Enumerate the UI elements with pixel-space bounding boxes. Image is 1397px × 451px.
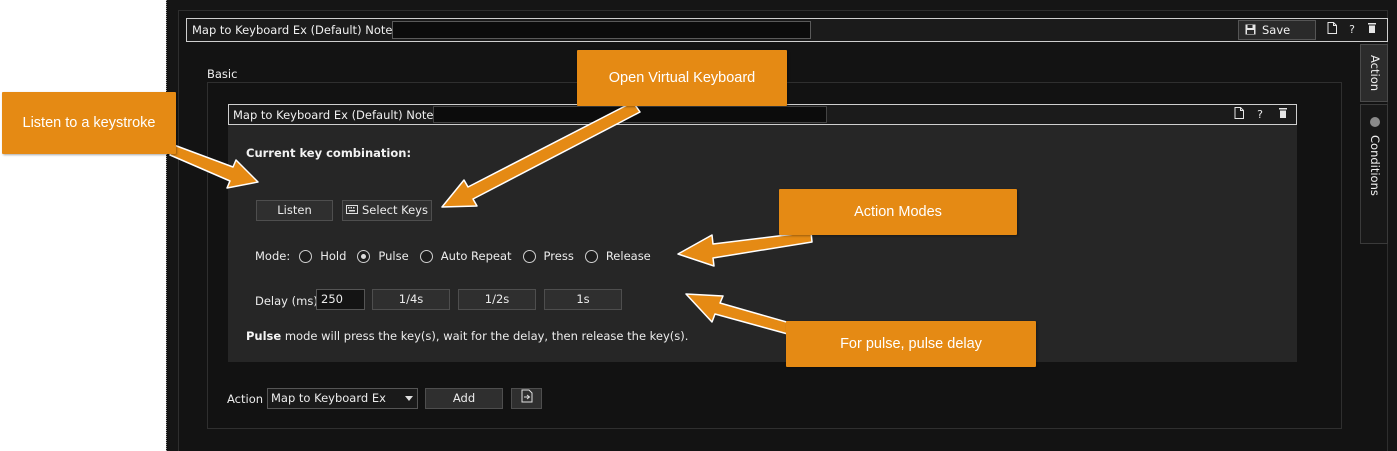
pulse-description: Pulse mode will press the key(s), wait f…: [246, 329, 688, 343]
pulse-description-bold: Pulse: [246, 329, 282, 343]
inner-action-title: Map to Keyboard Ex (Default) Notes:: [233, 108, 444, 122]
action-select-value: Map to Keyboard Ex: [271, 391, 386, 405]
condition-status-icon: [1370, 117, 1380, 127]
add-action-button[interactable]: Add: [425, 388, 503, 409]
action-header-title: Map to Keyboard Ex (Default) Notes:: [192, 23, 403, 37]
inner-action-header: Map to Keyboard Ex (Default) Notes: ?: [228, 104, 1297, 125]
mode-hold-label[interactable]: Hold: [320, 249, 346, 263]
document-icon[interactable]: [1232, 107, 1246, 123]
save-button[interactable]: Save: [1238, 20, 1316, 40]
mode-auto-repeat-radio[interactable]: [419, 249, 433, 263]
window-edge: [166, 0, 167, 451]
delay-input[interactable]: 250: [316, 289, 365, 310]
pulse-description-text: mode will press the key(s), wait for the…: [281, 329, 689, 343]
mode-pulse-label[interactable]: Pulse: [378, 249, 408, 263]
document-icon[interactable]: [1325, 22, 1339, 38]
trash-icon[interactable]: [1365, 22, 1379, 38]
floppy-disk-icon: [1245, 22, 1256, 40]
mode-row: Mode: Hold Pulse Auto Repeat Press Relea…: [255, 248, 651, 264]
import-button[interactable]: [511, 388, 542, 409]
question-icon[interactable]: ?: [1345, 22, 1359, 38]
action-select[interactable]: Map to Keyboard Ex: [267, 388, 418, 409]
keyboard-icon: [346, 201, 358, 220]
basic-group-label: Basic: [207, 67, 238, 81]
tab-action-label: Action: [1368, 55, 1382, 92]
inner-notes-input[interactable]: [433, 106, 827, 123]
trash-icon[interactable]: [1276, 107, 1290, 123]
mode-hold-radio[interactable]: [299, 249, 313, 263]
delay-quarter-second-button[interactable]: 1/4s: [372, 289, 450, 310]
callout-action-modes: Action Modes: [779, 189, 1017, 235]
listen-button[interactable]: Listen: [256, 200, 333, 221]
select-keys-button[interactable]: Select Keys: [342, 200, 432, 221]
import-icon: [520, 389, 534, 409]
mode-auto-repeat-label[interactable]: Auto Repeat: [441, 249, 512, 263]
action-label: Action: [227, 392, 264, 406]
delay-half-second-button[interactable]: 1/2s: [458, 289, 536, 310]
question-icon[interactable]: ?: [1253, 107, 1267, 123]
save-label: Save: [1262, 23, 1291, 37]
delay-label: Delay (ms): [255, 294, 318, 308]
callout-virtual-keyboard: Open Virtual Keyboard: [577, 50, 787, 106]
notes-input[interactable]: [392, 21, 811, 39]
mode-press-radio[interactable]: [522, 249, 536, 263]
mode-release-label[interactable]: Release: [606, 249, 651, 263]
mode-press-label[interactable]: Press: [544, 249, 574, 263]
callout-listen: Listen to a keystroke: [2, 92, 176, 154]
callout-pulse-delay: For pulse, pulse delay: [786, 321, 1036, 367]
select-keys-label: Select Keys: [362, 203, 428, 217]
chevron-down-icon: [405, 396, 413, 401]
mode-pulse-radio[interactable]: [357, 249, 371, 263]
tab-conditions-label: Conditions: [1368, 135, 1382, 196]
tab-action[interactable]: Action: [1360, 44, 1388, 102]
delay-one-second-button[interactable]: 1s: [544, 289, 622, 310]
inner-action-panel: [228, 104, 1297, 362]
mode-release-radio[interactable]: [584, 249, 598, 263]
current-key-label: Current key combination:: [246, 146, 412, 160]
mode-label: Mode:: [255, 249, 291, 263]
action-header-bar: Map to Keyboard Ex (Default) Notes: Save…: [186, 18, 1388, 42]
tab-conditions[interactable]: Conditions: [1360, 104, 1388, 244]
